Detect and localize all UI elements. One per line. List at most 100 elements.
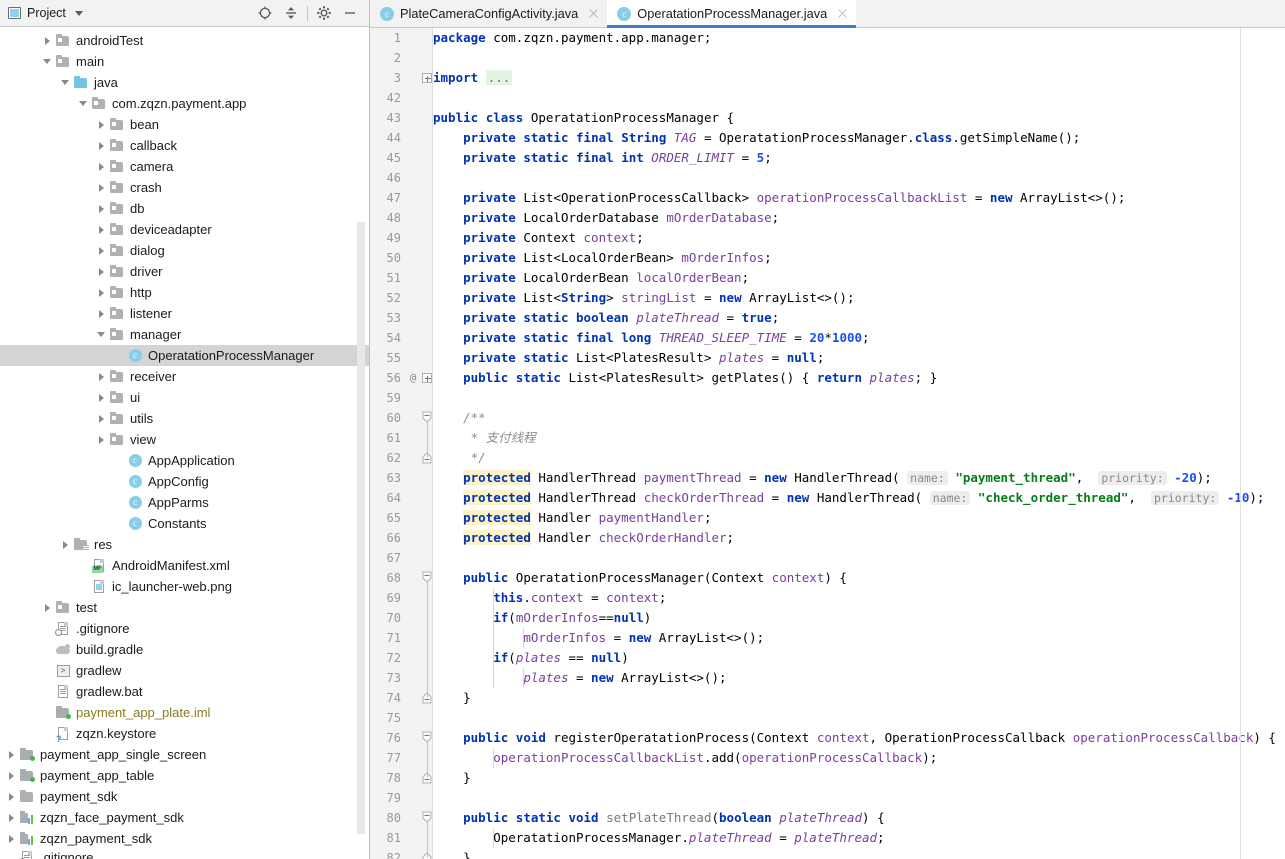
chevron-right-icon[interactable] (6, 749, 17, 760)
code-line-70[interactable]: if(mOrderInfos==null) (433, 608, 1285, 628)
code-line-65[interactable]: protected Handler paymentHandler; (433, 508, 1285, 528)
tree-item-deviceadapter[interactable]: deviceadapter (0, 219, 369, 240)
code-line-59[interactable] (433, 388, 1285, 408)
chevron-right-icon[interactable] (60, 539, 71, 550)
code-content[interactable]: package com.zqzn.payment.app.manager; imp… (433, 28, 1285, 859)
tree-item-gitignore[interactable]: .gitignore (0, 618, 369, 639)
chevron-down-icon[interactable] (60, 77, 71, 88)
chevron-right-icon[interactable] (96, 203, 107, 214)
code-line-47[interactable]: private List<OperationProcessCallback> o… (433, 188, 1285, 208)
project-title-group[interactable]: Project (0, 6, 83, 20)
code-line-1[interactable]: package com.zqzn.payment.app.manager; (433, 28, 1285, 48)
chevron-down-icon[interactable] (42, 56, 53, 67)
tree-item-db[interactable]: db (0, 198, 369, 219)
chevron-right-icon[interactable] (96, 140, 107, 151)
minimize-icon[interactable] (337, 1, 363, 25)
code-line-81[interactable]: OperatationProcessManager.plateThread = … (433, 828, 1285, 848)
code-line-77[interactable]: operationProcessCallbackList.add(operati… (433, 748, 1285, 768)
tree-item-payment-app-table[interactable]: payment_app_table (0, 765, 369, 786)
chevron-right-icon[interactable] (96, 266, 107, 277)
code-line-2[interactable] (433, 48, 1285, 68)
code-line-62[interactable]: */ (433, 448, 1285, 468)
code-editor[interactable]: 1 2 3 42 43 44 45 46 47 48 49 50 51 52 53 54 55 56 @59 60 61… (370, 28, 1285, 859)
code-line-73[interactable]: plates = new ArrayList<>(); (433, 668, 1285, 688)
code-line-44[interactable]: private static final String TAG = Operat… (433, 128, 1285, 148)
tree-item-http[interactable]: http (0, 282, 369, 303)
code-line-55[interactable]: private static List<PlatesResult> plates… (433, 348, 1285, 368)
tree-item-utils[interactable]: utils (0, 408, 369, 429)
code-fold-toggle[interactable] (422, 368, 433, 388)
tree-item-dialog[interactable]: dialog (0, 240, 369, 261)
gear-icon[interactable] (311, 1, 337, 25)
editor-tab-2[interactable]: c OperatationProcessManager.java (607, 0, 857, 28)
chevron-right-icon[interactable] (96, 434, 107, 445)
tree-item-ui[interactable]: ui (0, 387, 369, 408)
code-line-51[interactable]: private LocalOrderBean localOrderBean; (433, 268, 1285, 288)
chevron-right-icon[interactable] (6, 770, 17, 781)
project-tree[interactable]: androidTest main java com.zqzn.payment.app b… (0, 27, 369, 859)
code-line-75[interactable] (433, 708, 1285, 728)
code-line-3[interactable]: import ... (433, 68, 1285, 88)
tree-item-res[interactable]: res (0, 534, 369, 555)
close-icon[interactable] (588, 8, 599, 19)
tree-item-operatationprocessmanager[interactable]: c OperatationProcessManager (0, 345, 369, 366)
tree-item-callback[interactable]: callback (0, 135, 369, 156)
code-line-67[interactable] (433, 548, 1285, 568)
code-line-72[interactable]: if(plates == null) (433, 648, 1285, 668)
chevron-right-icon[interactable] (96, 392, 107, 403)
tree-item-constants[interactable]: c Constants (0, 513, 369, 534)
code-line-64[interactable]: protected HandlerThread checkOrderThread… (433, 488, 1285, 508)
code-line-45[interactable]: private static final int ORDER_LIMIT = 5… (433, 148, 1285, 168)
fold-expand-icon[interactable] (422, 372, 432, 383)
tree-item-zqzn-face-payment-sdk[interactable]: zqzn_face_payment_sdk (0, 807, 369, 828)
chevron-down-icon[interactable] (74, 10, 83, 16)
code-line-63[interactable]: protected HandlerThread paymentThread = … (433, 468, 1285, 488)
tree-item-appparms[interactable]: c AppParms (0, 492, 369, 513)
code-line-50[interactable]: private List<LocalOrderBean> mOrderInfos… (433, 248, 1285, 268)
code-line-79[interactable] (433, 788, 1285, 808)
tree-item-payment-app-single-screen[interactable]: payment_app_single_screen (0, 744, 369, 765)
tree-item-java[interactable]: java (0, 72, 369, 93)
code-line-76[interactable]: public void registerOperatationProcess(C… (433, 728, 1285, 748)
tree-item-driver[interactable]: driver (0, 261, 369, 282)
tree-item-view[interactable]: view (0, 429, 369, 450)
project-panel-scrollbar[interactable] (357, 222, 365, 834)
tree-item-gradlew-bat[interactable]: gradlew.bat (0, 681, 369, 702)
chevron-right-icon[interactable] (6, 812, 17, 823)
chevron-down-icon[interactable] (78, 98, 89, 109)
code-line-74[interactable]: } (433, 688, 1285, 708)
tree-item-build-gradle[interactable]: build.gradle (0, 639, 369, 660)
tree-item-payment-app-plate-iml[interactable]: payment_app_plate.iml (0, 702, 369, 723)
tree-item-ic-launcher-web-png[interactable]: ic_launcher-web.png (0, 576, 369, 597)
tree-item-appconfig[interactable]: c AppConfig (0, 471, 369, 492)
gutter-annotation-icon[interactable]: @ (406, 368, 420, 388)
close-icon[interactable] (837, 8, 848, 19)
code-line-52[interactable]: private List<String> stringList = new Ar… (433, 288, 1285, 308)
locate-icon[interactable] (252, 1, 278, 25)
code-line-56[interactable]: public static List<PlatesResult> getPlat… (433, 368, 1285, 388)
tree-item-manager[interactable]: manager (0, 324, 369, 345)
code-line-42[interactable] (433, 88, 1285, 108)
editor-gutter[interactable]: 1 2 3 42 43 44 45 46 47 48 49 50 51 52 53 54 55 56 @59 60 61… (370, 28, 433, 859)
chevron-right-icon[interactable] (96, 371, 107, 382)
tree-item-test[interactable]: test (0, 597, 369, 618)
chevron-right-icon[interactable] (6, 791, 17, 802)
code-line-54[interactable]: private static final long THREAD_SLEEP_T… (433, 328, 1285, 348)
chevron-right-icon[interactable] (96, 413, 107, 424)
chevron-right-icon[interactable] (42, 602, 53, 613)
tree-item-zqzn-keystore[interactable]: zqzn.keystore (0, 723, 369, 744)
code-line-71[interactable]: mOrderInfos = new ArrayList<>(); (433, 628, 1285, 648)
tree-item-zqzn-payment-sdk[interactable]: zqzn_payment_sdk (0, 828, 369, 849)
tree-item-listener[interactable]: listener (0, 303, 369, 324)
code-line-66[interactable]: protected Handler checkOrderHandler; (433, 528, 1285, 548)
chevron-right-icon[interactable] (96, 287, 107, 298)
tree-item-bean[interactable]: bean (0, 114, 369, 135)
tree-item-androidmanifest-xml[interactable]: MF AndroidManifest.xml (0, 555, 369, 576)
tree-item-androidtest[interactable]: androidTest (0, 30, 369, 51)
tree-item-main[interactable]: main (0, 51, 369, 72)
code-line-43[interactable]: public class OperatationProcessManager { (433, 108, 1285, 128)
fold-expand-icon[interactable] (422, 72, 432, 83)
code-fold-toggle[interactable] (422, 68, 433, 88)
tree-item-camera[interactable]: camera (0, 156, 369, 177)
code-line-46[interactable] (433, 168, 1285, 188)
